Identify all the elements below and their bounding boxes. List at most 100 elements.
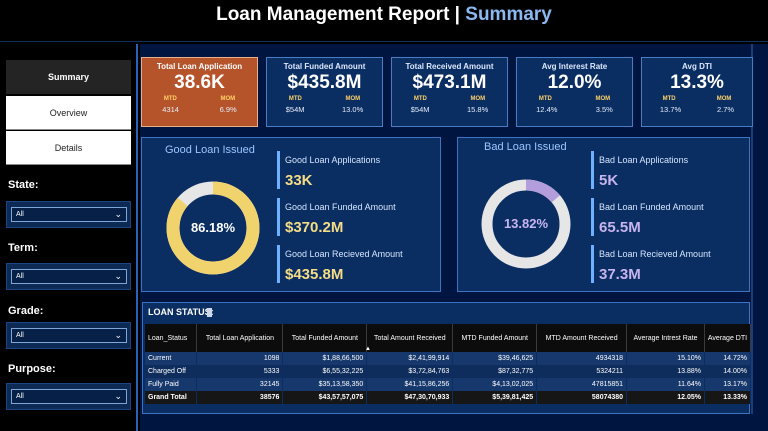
cell: 12.05%	[626, 391, 705, 404]
good-applications-value: 33K	[285, 172, 313, 189]
bad-funded-label: Bad Loan Funded Amount	[599, 202, 704, 212]
column-header[interactable]: Average Intrest Rate	[626, 324, 705, 352]
bad-applications-label: Bad Loan Applications	[599, 155, 689, 165]
purpose-dropdown[interactable]: All ⌄	[11, 389, 127, 404]
cell: 38576	[196, 391, 284, 404]
kpi-mtd-value: 4314	[162, 105, 179, 114]
column-header[interactable]: MTD Amount Received	[536, 324, 628, 352]
grade-filter[interactable]: All ⌄	[6, 322, 131, 349]
bad-received-label: Bad Loan Recieved Amount	[599, 249, 711, 259]
cell: $6,55,32,225	[282, 365, 368, 378]
cell: 5324211	[536, 365, 628, 378]
state-filter-label: State:	[8, 179, 39, 191]
kpi-mtd-value: $54M	[410, 105, 430, 114]
term-filter-label: Term:	[8, 242, 38, 254]
good-loan-panel: Good Loan Issued 86.18% Good Loan Applic…	[141, 137, 441, 292]
cell: Charged Off	[145, 365, 198, 378]
column-header[interactable]: Average DTI	[704, 324, 752, 352]
cell: $43,57,57,075	[282, 391, 368, 404]
kpi-title: Total Loan Application	[156, 62, 243, 71]
bad-loan-donut[interactable]: 13.82%	[478, 176, 574, 272]
cell: 13.17%	[704, 378, 752, 391]
grade-dropdown[interactable]: All ⌄	[11, 328, 127, 343]
kpi-value: 12.0%	[547, 72, 602, 93]
purpose-filter[interactable]: All ⌄	[6, 383, 131, 410]
bad-loan-panel: Bad Loan Issued 13.82% Bad Loan Applicat…	[457, 137, 750, 292]
good-loan-percent: 86.18%	[191, 220, 236, 235]
state-dropdown[interactable]: All ⌄	[11, 207, 127, 222]
grand-total-row: Grand Total 38576 $43,57,57,075 $47,30,7…	[145, 391, 752, 404]
good-loan-donut[interactable]: 86.18%	[163, 178, 263, 278]
kpi-value: $473.1M	[412, 72, 487, 93]
cell: $39,46,625	[452, 352, 538, 365]
good-loan-title: Good Loan Issued	[165, 144, 255, 156]
sort-ascending-icon[interactable]: ▲	[365, 346, 371, 352]
state-value: All	[16, 211, 24, 218]
kpi-total-funded: Total Funded Amount $435.8M MTD MOM $54M 1…	[266, 57, 383, 127]
cell: 5333	[196, 365, 284, 378]
cell: 13.33%	[704, 391, 752, 404]
nav-summary-button[interactable]: Summary	[6, 60, 131, 94]
kpi-avg-dti: Avg DTI 13.3% MTD MOM 13.7% 2.7%	[641, 57, 753, 127]
nav-details-button[interactable]: Details	[6, 131, 131, 165]
kpi-title: Avg Interest Rate	[541, 62, 608, 71]
kpi-mtd-label: MTD	[288, 96, 302, 102]
term-filter[interactable]: All ⌄	[6, 263, 131, 290]
chevron-down-icon: ⌄	[114, 330, 122, 340]
filter-icon[interactable]	[207, 308, 212, 317]
kpi-title: Total Funded Amount	[283, 62, 366, 71]
cell: 13.88%	[626, 365, 705, 378]
good-received-label: Good Loan Recieved Amount	[285, 249, 403, 259]
bad-loan-percent: 13.82%	[504, 216, 549, 231]
cell: $2,41,99,914	[366, 352, 454, 365]
table-row[interactable]: Current 1098 $1,88,66,500 $2,41,99,914 $…	[145, 352, 752, 365]
column-header[interactable]: Loan_Status	[145, 324, 198, 352]
kpi-mom-label: MOM	[716, 96, 732, 102]
good-applications-label: Good Loan Applications	[285, 155, 381, 165]
cell: $87,32,775	[452, 365, 538, 378]
bad-received-value: 37.3M	[599, 266, 641, 283]
cell: 14.72%	[704, 352, 752, 365]
good-metric-bar	[277, 198, 280, 236]
nav-overview-button[interactable]: Overview	[6, 96, 131, 130]
kpi-total-received: Total Received Amount $473.1M MTD MOM $54…	[391, 57, 508, 127]
cell: 47815851	[536, 378, 628, 391]
grade-filter-label: Grade:	[8, 305, 44, 317]
bad-metric-bar	[591, 198, 594, 236]
good-metric-bar	[277, 245, 280, 283]
cell: 1098	[196, 352, 284, 365]
column-header[interactable]: Total Amount Received	[366, 324, 454, 352]
grade-value: All	[16, 332, 24, 339]
sidebar: Summary Overview Details State: All ⌄ Ter…	[0, 44, 138, 431]
cell: 15.10%	[626, 352, 705, 365]
loan-status-title: LOAN STATUS:	[148, 307, 214, 317]
chevron-down-icon: ⌄	[114, 271, 122, 281]
bad-metric-bar	[591, 245, 594, 283]
bad-applications-value: 5K	[599, 172, 619, 189]
bad-metric-bar	[591, 151, 594, 189]
table-row[interactable]: Charged Off 5333 $6,55,32,225 $3,72,84,7…	[145, 365, 752, 378]
kpi-mom-label: MOM	[595, 96, 611, 102]
cell: $5,39,81,425	[452, 391, 538, 404]
table-row[interactable]: Fully Paid 32145 $35,13,58,350 $41,15,86…	[145, 378, 752, 391]
column-header[interactable]: MTD Funded Amount	[452, 324, 538, 352]
cell: $47,30,70,933	[366, 391, 454, 404]
good-received-value: $435.8M	[285, 266, 344, 283]
purpose-filter-label: Purpose:	[8, 363, 56, 375]
cell: 58074380	[536, 391, 628, 404]
cell: Fully Paid	[145, 378, 198, 391]
bad-funded-value: 65.5M	[599, 219, 641, 236]
kpi-avg-interest: Avg Interest Rate 12.0% MTD MOM 12.4% 3.5%	[516, 57, 633, 127]
good-funded-value: $370.2M	[285, 219, 344, 236]
column-header[interactable]: Total Funded Amount	[282, 324, 368, 352]
cell: $41,15,86,256	[366, 378, 454, 391]
cell: Current	[145, 352, 198, 365]
kpi-mtd-label: MTD	[662, 96, 676, 102]
cell: $1,88,66,500	[282, 352, 368, 365]
column-header[interactable]: Total Loan Application	[196, 324, 284, 352]
term-dropdown[interactable]: All ⌄	[11, 269, 127, 284]
page-title-accent: Summary	[465, 4, 552, 25]
state-filter[interactable]: All ⌄	[6, 201, 131, 228]
kpi-mom-value: 13.0%	[341, 105, 364, 114]
cell: $35,13,58,350	[282, 378, 368, 391]
